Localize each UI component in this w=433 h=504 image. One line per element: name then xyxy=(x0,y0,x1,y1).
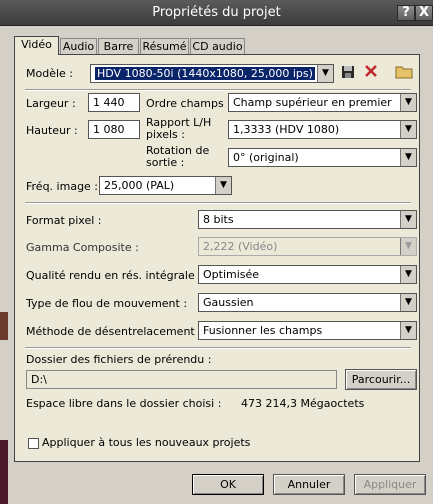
deinterlace-label: Méthode de désentrelacement : xyxy=(26,325,202,338)
pixel-aspect-select[interactable]: 1,3333 (HDV 1080) ▼ xyxy=(228,120,417,139)
chevron-down-icon: ▼ xyxy=(400,266,416,283)
ok-button[interactable]: OK xyxy=(192,474,264,495)
pixel-format-label: Format pixel : xyxy=(26,214,102,227)
render-quality-select[interactable]: Optimisée ▼ xyxy=(198,265,417,284)
chevron-down-icon: ▼ xyxy=(400,294,416,311)
model-select[interactable]: HDV 1080-50i (1440x1080, 25,000 ips) ▼ xyxy=(90,64,334,83)
render-quality-value: Optimisée xyxy=(203,268,260,281)
gamma-select[interactable]: 2,222 (Vidéo) ▼ xyxy=(198,237,417,256)
chevron-down-icon: ▼ xyxy=(400,211,416,228)
render-quality-label: Qualité rendu en rés. intégrale : xyxy=(26,269,202,282)
cancel-button[interactable]: Annuler xyxy=(273,474,345,495)
width-field[interactable]: 1 440 xyxy=(88,93,140,112)
video-tab-panel: Modèle : HDV 1080-50i (1440x1080, 25,000… xyxy=(14,54,420,462)
tab-video[interactable]: Vidéo xyxy=(14,36,59,55)
background-strip xyxy=(0,440,8,504)
pixel-aspect-value: 1,3333 (HDV 1080) xyxy=(233,123,340,136)
width-label: Largeur : xyxy=(26,97,76,110)
model-value: HDV 1080-50i (1440x1080, 25,000 ips) xyxy=(95,67,315,80)
divider xyxy=(25,202,411,204)
field-order-label: Ordre champs : xyxy=(146,97,231,110)
model-label: Modèle : xyxy=(26,67,73,80)
background-strip xyxy=(0,312,8,340)
apply-button[interactable]: Appliquer xyxy=(354,474,426,495)
height-label: Hauteur : xyxy=(26,124,78,137)
chevron-down-icon: ▼ xyxy=(317,65,333,82)
pixel-format-select[interactable]: 8 bits ▼ xyxy=(198,210,417,229)
motion-blur-select[interactable]: Gaussien ▼ xyxy=(198,293,417,312)
field-order-select[interactable]: Champ supérieur en premier ▼ xyxy=(228,93,417,112)
free-space-label: Espace libre dans le dossier choisi : xyxy=(26,397,222,410)
field-order-value: Champ supérieur en premier xyxy=(233,96,392,109)
frame-rate-select[interactable]: 25,000 (PAL) ▼ xyxy=(99,176,232,195)
divider xyxy=(25,347,411,349)
floppy-icon[interactable] xyxy=(340,65,356,84)
tab-audio[interactable]: Audio xyxy=(60,38,97,54)
gamma-value: 2,222 (Vidéo) xyxy=(203,240,278,253)
divider xyxy=(25,89,411,91)
deinterlace-value: Fusionner les champs xyxy=(203,324,323,337)
title-bar: Propriétés du projet ? X xyxy=(0,0,433,26)
tab-cd-audio[interactable]: CD audio xyxy=(190,38,245,54)
close-button[interactable]: X xyxy=(415,5,433,21)
apply-all-checkbox[interactable] xyxy=(28,438,39,449)
rotation-select[interactable]: 0° (original) ▼ xyxy=(228,148,417,167)
height-field[interactable]: 1 080 xyxy=(88,120,140,139)
chevron-down-icon: ▼ xyxy=(400,238,416,255)
pixel-format-value: 8 bits xyxy=(203,213,234,226)
free-space-value: 473 214,3 Mégaoctets xyxy=(241,397,365,410)
frame-rate-value: 25,000 (PAL) xyxy=(104,179,175,192)
prerender-path-field[interactable]: D:\ xyxy=(26,370,337,389)
gamma-label: Gamma Composite : xyxy=(26,241,139,254)
deinterlace-select[interactable]: Fusionner les champs ▼ xyxy=(198,321,417,340)
help-button[interactable]: ? xyxy=(397,5,415,21)
chevron-down-icon: ▼ xyxy=(400,94,416,111)
chevron-down-icon: ▼ xyxy=(215,177,231,194)
prerender-label: Dossier des fichiers de prérendu : xyxy=(26,353,212,366)
motion-blur-label: Type de flou de mouvement : xyxy=(26,297,188,310)
frame-rate-label: Fréq. image : xyxy=(26,180,99,193)
motion-blur-value: Gaussien xyxy=(203,296,254,309)
apply-all-label: Appliquer à tous les nouveaux projets xyxy=(42,436,251,449)
dialog-title: Propriétés du projet xyxy=(152,5,281,20)
browse-button[interactable]: Parcourir... xyxy=(345,369,417,390)
chevron-down-icon: ▼ xyxy=(400,322,416,339)
delete-x-icon[interactable] xyxy=(363,64,379,83)
rotation-label: Rotation de sortie : xyxy=(146,144,210,169)
rotation-value: 0° (original) xyxy=(233,151,299,164)
chevron-down-icon: ▼ xyxy=(400,121,416,138)
pixel-aspect-label: Rapport L/H pixels : xyxy=(146,116,212,141)
project-properties-dialog: Propriétés du projet ? X Vidéo Audio Bar… xyxy=(0,0,433,504)
tab-resume[interactable]: Résumé xyxy=(140,38,189,54)
tab-barre[interactable]: Barre xyxy=(98,38,139,54)
chevron-down-icon: ▼ xyxy=(400,149,416,166)
folder-icon[interactable] xyxy=(395,64,413,84)
